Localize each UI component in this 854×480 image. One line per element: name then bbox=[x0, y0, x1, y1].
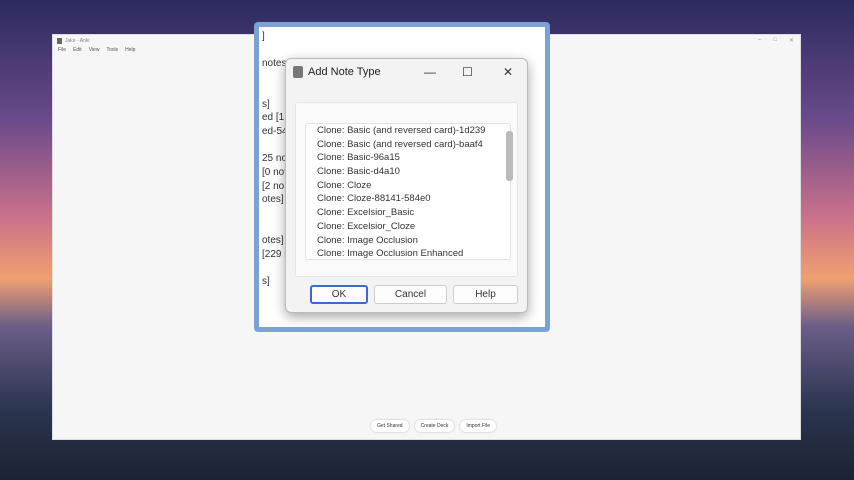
create-deck-button[interactable]: Create Deck bbox=[414, 420, 455, 432]
note-type-item[interactable]: Clone: Basic-96a15 bbox=[306, 151, 510, 165]
add-note-type-dialog: Add Note Type — ☐ ✕ Clone: Basic (and re… bbox=[285, 58, 528, 313]
fragment-text: notes bbox=[262, 58, 287, 69]
dialog-maximize-button[interactable]: ☐ bbox=[462, 65, 473, 79]
import-file-button[interactable]: Import File bbox=[460, 420, 496, 432]
fragment-text: s] bbox=[262, 276, 270, 287]
note-type-item[interactable]: Clone: Cloze bbox=[306, 179, 510, 193]
window-controls: – □ ✕ bbox=[758, 37, 794, 44]
anki-icon bbox=[293, 66, 303, 78]
note-type-item[interactable]: Clone: Excelsior_Basic bbox=[306, 206, 510, 220]
get-shared-button[interactable]: Get Shared bbox=[371, 420, 409, 432]
menu-help[interactable]: Help bbox=[125, 47, 135, 53]
fragment-text: ed [1 bbox=[262, 112, 285, 123]
ok-button[interactable]: OK bbox=[310, 285, 368, 304]
bottom-buttons: Get Shared Create Deck Import File bbox=[371, 420, 496, 432]
fragment-text: s] bbox=[262, 99, 270, 110]
note-type-item[interactable]: Clone: Image Occlusion Enhanced bbox=[306, 247, 510, 259]
note-type-item[interactable]: Clone: Excelsior_Cloze bbox=[306, 220, 510, 234]
note-type-item[interactable]: Clone: Basic (and reversed card)-baaf4 bbox=[306, 138, 510, 152]
menu-edit[interactable]: Edit bbox=[73, 47, 82, 53]
fragment-text: otes] bbox=[262, 235, 284, 246]
note-type-item[interactable]: Clone: Cloze-88141-584e0 bbox=[306, 192, 510, 206]
fragment-text: [229 r bbox=[262, 249, 288, 260]
list-panel: Clone: Basic (and reversed card)-1d239 Cl… bbox=[295, 102, 518, 277]
cancel-button[interactable]: Cancel bbox=[374, 285, 447, 304]
fragment-text: otes] bbox=[262, 194, 284, 205]
menu-view[interactable]: View bbox=[89, 47, 100, 53]
minimize-button[interactable]: – bbox=[758, 37, 761, 44]
note-type-item[interactable]: Clone: Basic-d4a10 bbox=[306, 165, 510, 179]
main-title: Jake - Anki bbox=[65, 37, 90, 44]
menu-tools[interactable]: Tools bbox=[106, 47, 118, 53]
anki-icon bbox=[57, 37, 62, 44]
list-scrollbar[interactable] bbox=[506, 131, 513, 181]
dialog-title: Add Note Type bbox=[308, 66, 381, 78]
note-type-list[interactable]: Clone: Basic (and reversed card)-1d239 Cl… bbox=[305, 123, 511, 260]
dialog-minimize-button[interactable]: — bbox=[424, 65, 436, 79]
note-type-item[interactable]: Clone: Basic (and reversed card)-1d239 bbox=[306, 124, 510, 138]
fragment-text: [0 not bbox=[262, 167, 288, 178]
note-type-item[interactable]: Clone: Image Occlusion bbox=[306, 234, 510, 248]
close-button[interactable]: ✕ bbox=[789, 37, 794, 44]
fragment-text: [2 no bbox=[262, 181, 285, 192]
help-button[interactable]: Help bbox=[453, 285, 518, 304]
maximize-button[interactable]: □ bbox=[773, 37, 777, 44]
menu-file[interactable]: File bbox=[58, 47, 66, 53]
fragment-text: ] bbox=[262, 31, 265, 42]
dialog-titlebar: Add Note Type bbox=[286, 59, 527, 85]
fragment-text: ed-54 bbox=[262, 126, 288, 137]
dialog-close-button[interactable]: ✕ bbox=[503, 65, 513, 79]
